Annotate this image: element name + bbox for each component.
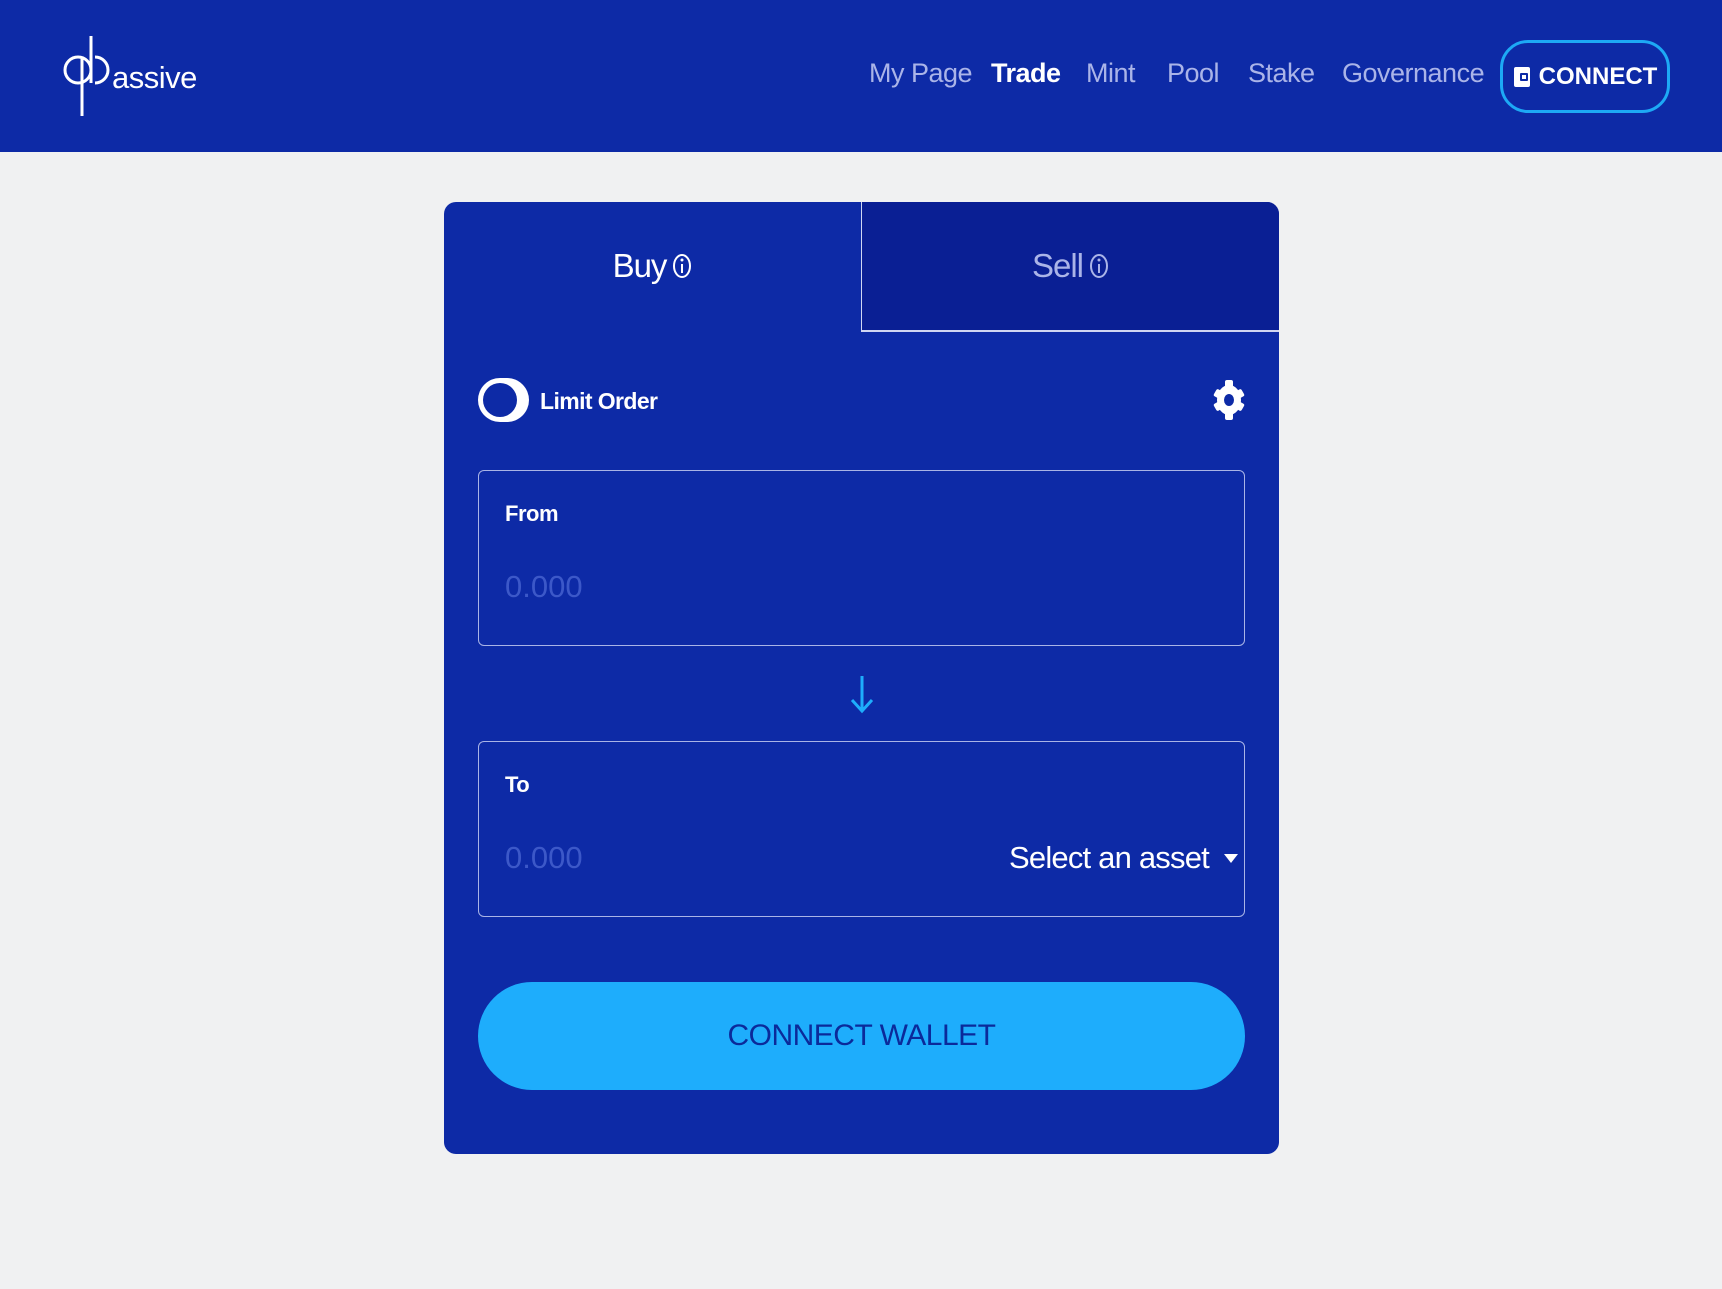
top-navigation-bar: assive My Page Trade Mint Pool Stake Gov… bbox=[0, 0, 1722, 152]
nav-trade[interactable]: Trade bbox=[991, 58, 1061, 89]
trade-panel: Buy Sell Limit Order From 0.000 To 0.000… bbox=[444, 202, 1279, 1154]
connect-wallet-button[interactable]: CONNECT WALLET bbox=[478, 982, 1245, 1090]
logo[interactable]: assive bbox=[60, 34, 197, 118]
to-label: To bbox=[505, 772, 530, 797]
connect-wallet-label: CONNECT WALLET bbox=[727, 1019, 996, 1052]
logo-mark-icon bbox=[63, 36, 110, 116]
to-amount-input[interactable] bbox=[505, 834, 935, 882]
from-amount-input[interactable] bbox=[505, 563, 935, 611]
asset-select-label: Select an asset bbox=[1009, 840, 1210, 875]
nav-governance[interactable]: Governance bbox=[1342, 58, 1485, 89]
info-icon[interactable] bbox=[672, 253, 692, 279]
tab-buy-label: Buy bbox=[612, 247, 668, 284]
limit-order-toggle[interactable] bbox=[478, 378, 529, 422]
from-field: From bbox=[478, 470, 1245, 646]
nav-my-page[interactable]: My Page bbox=[869, 58, 973, 89]
logo-text: assive bbox=[112, 60, 197, 95]
connect-button[interactable]: CONNECT bbox=[1500, 40, 1670, 113]
from-label: From bbox=[505, 501, 559, 526]
tab-sell[interactable]: Sell bbox=[861, 202, 1279, 332]
arrow-down-icon[interactable] bbox=[849, 674, 875, 714]
info-icon[interactable] bbox=[1089, 253, 1109, 279]
tab-buy[interactable]: Buy bbox=[444, 202, 861, 330]
nav-stake[interactable]: Stake bbox=[1248, 58, 1315, 89]
toggle-knob bbox=[483, 383, 517, 417]
tab-sell-label: Sell bbox=[1031, 247, 1084, 284]
nav-pool[interactable]: Pool bbox=[1167, 58, 1220, 89]
asset-select-dropdown[interactable]: Select an asset bbox=[1009, 834, 1239, 882]
caret-down-icon bbox=[1223, 854, 1238, 863]
connect-button-label: CONNECT bbox=[1538, 62, 1658, 90]
wallet-icon bbox=[1513, 66, 1530, 87]
gear-icon[interactable] bbox=[1212, 378, 1246, 422]
nav-mint[interactable]: Mint bbox=[1086, 58, 1136, 89]
to-field: To Select an asset bbox=[478, 741, 1245, 917]
limit-order-label: Limit Order bbox=[540, 388, 658, 414]
